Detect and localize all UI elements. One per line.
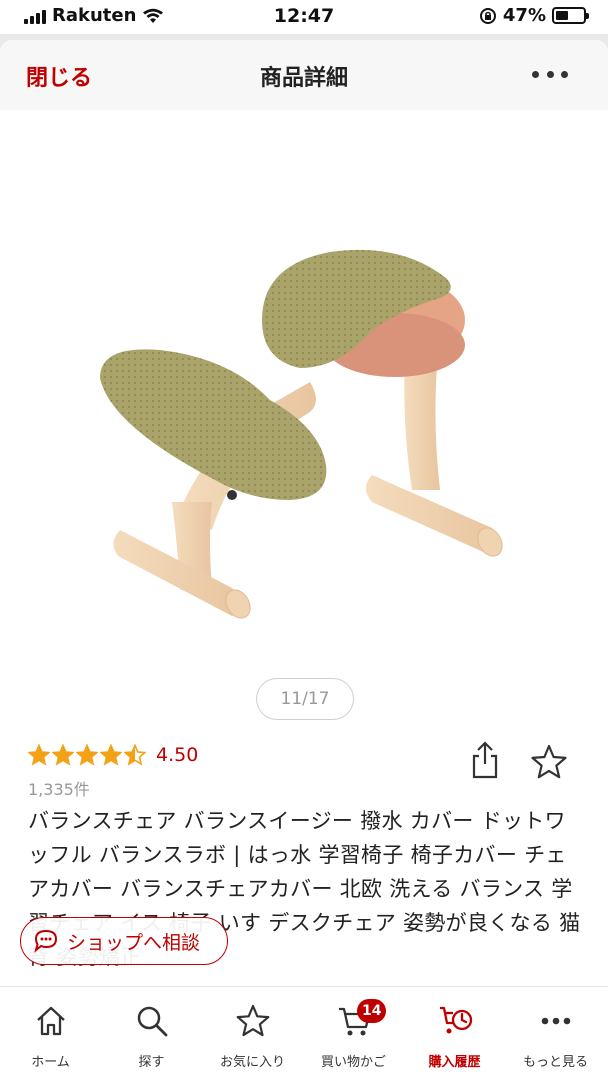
tab-label: お気に入り [219,1055,285,1070]
battery-percent: 47% [502,5,546,26]
rating-star-icon [28,744,50,766]
product-detail-sheet: 閉じる 商品詳細 11/17 4.50 1,335件 バランスチェア バランスイ… [0,40,608,1080]
tab-label: もっと見る [522,1055,588,1070]
product-image[interactable] [0,110,608,670]
shop-consult-label: ショップへ相談 [67,931,201,954]
more-options-icon[interactable] [532,62,568,86]
rating-value: 4.50 [156,744,199,766]
image-counter: 11/17 [256,678,354,720]
tab-purchase-history[interactable]: 購入履歴 [404,987,505,1080]
orientation-lock-icon [479,7,496,24]
rating-star-icon [124,744,146,766]
tab-label: 探す [138,1055,165,1070]
tab-favorites[interactable]: お気に入り [202,987,303,1080]
home-icon [36,1006,65,1036]
cart-badge: 14 [357,999,387,1023]
review-count[interactable]: 1,335件 [28,776,90,800]
shop-consult-button[interactable]: ショップへ相談 [20,917,228,965]
favorite-star-icon[interactable] [530,744,568,780]
rating-star-icon [76,744,98,766]
tab-label: ホーム [31,1055,70,1070]
rating-stars [28,744,146,766]
header-bar: 閉じる 商品詳細 [0,40,608,110]
history-icon [439,1006,472,1034]
rating-star-icon [100,744,122,766]
balance-chair-image [100,249,503,619]
search-icon [137,1006,167,1037]
rating-star-icon [52,744,74,766]
star-icon [236,1004,269,1037]
tab-label: 買い物かご [320,1055,386,1070]
status-bar: Rakuten 12:47 47% [0,0,608,34]
tab-cart[interactable]: 14 買い物かご [303,987,404,1080]
rating[interactable]: 4.50 [28,744,198,766]
close-button[interactable]: 閉じる [26,60,92,92]
status-right: 47% [479,5,589,26]
share-icon[interactable] [470,740,500,780]
tab-more[interactable]: もっと見る [505,987,606,1080]
tab-search[interactable]: 探す [101,987,202,1080]
tab-label: 購入履歴 [428,1055,481,1070]
chat-bubble-icon [34,929,58,953]
tab-home[interactable]: ホーム [0,987,101,1080]
bottom-tab-bar: ホーム 探す お気に入り 14 買い物かご 購入履歴 もっと見る [0,986,608,1080]
more-icon [541,1017,570,1025]
battery-icon [552,7,589,24]
